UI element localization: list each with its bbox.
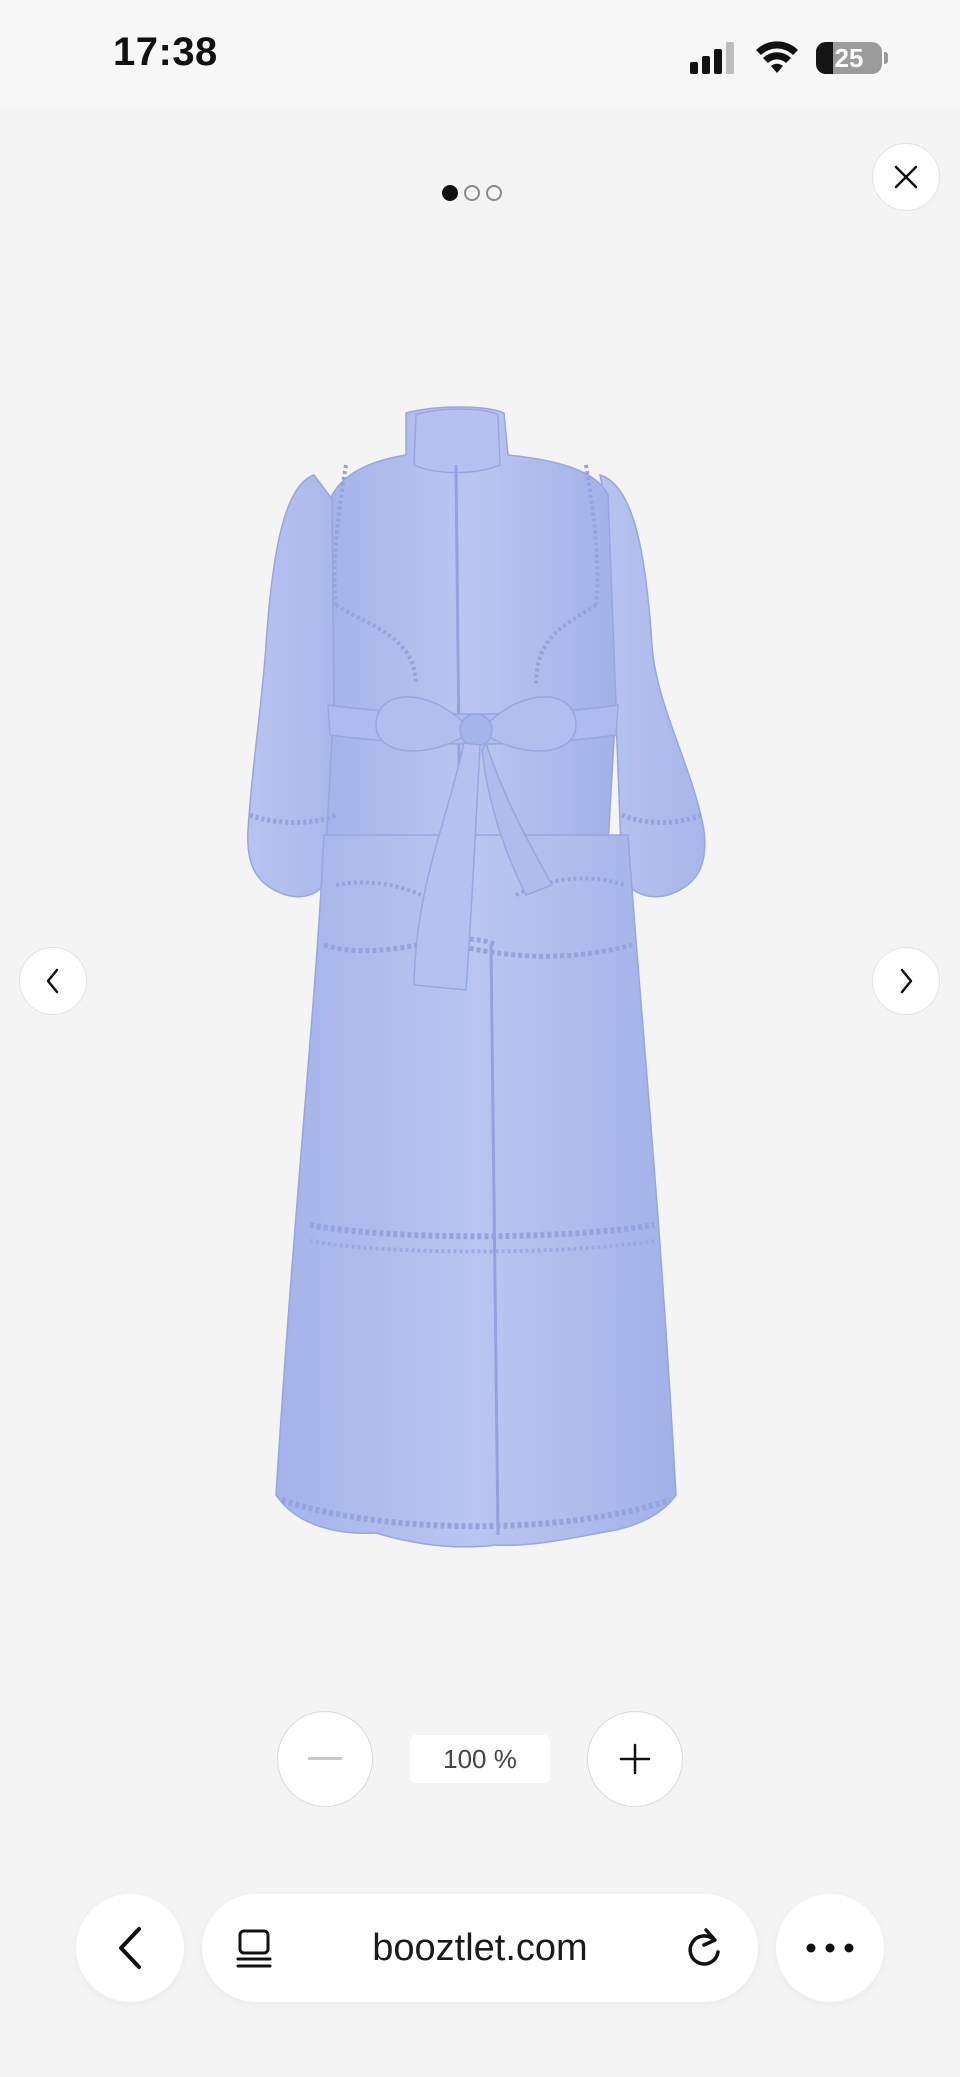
address-bar[interactable]: booztlet.com [202,1894,758,2002]
previous-image-button[interactable] [19,947,87,1015]
next-image-button[interactable] [872,947,940,1015]
battery-tip [884,52,888,64]
zoom-in-button[interactable] [587,1711,683,1807]
battery-level: 25 [834,42,864,73]
back-arrow-icon [119,1927,141,1969]
more-icon [806,1943,854,1953]
wifi-icon [756,41,798,73]
close-button[interactable] [872,143,940,211]
pagination-dot[interactable] [486,185,502,201]
status-bar: 17:38 25 [0,0,960,105]
more-options-button[interactable] [776,1894,884,2002]
gallery-pagination [442,185,502,201]
url-text: booztlet.com [372,1926,588,1969]
pagination-dot[interactable] [442,185,458,201]
product-image[interactable] [236,405,716,1560]
zoom-out-button[interactable] [277,1711,373,1807]
plus-icon [619,1743,651,1775]
signal-icon [690,42,734,74]
battery-icon: 25 [816,42,882,74]
status-time: 17:38 [113,30,218,74]
status-icons: 25 [690,38,888,78]
close-icon [894,165,918,189]
chevron-left-icon [46,968,59,994]
chevron-right-icon [900,968,913,994]
pagination-dot[interactable] [464,185,480,201]
minus-icon [308,1757,342,1760]
reload-icon[interactable] [684,1926,724,1970]
zoom-level: 100 % [410,1735,550,1783]
browser-back-button[interactable] [76,1894,184,2002]
